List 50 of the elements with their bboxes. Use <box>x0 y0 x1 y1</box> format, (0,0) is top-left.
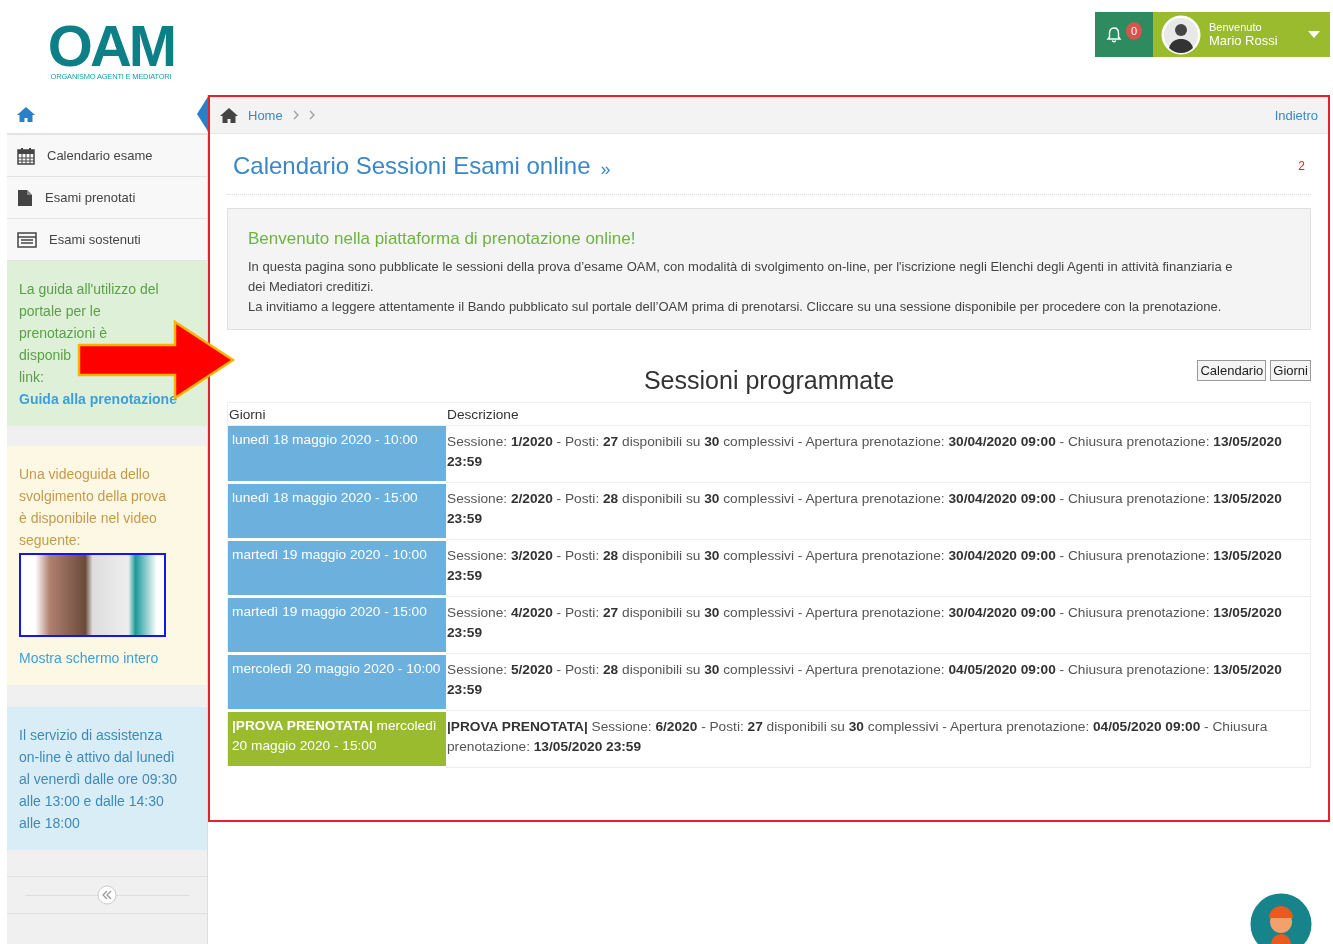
session-description: Sessione: 1/2020 - Posti: 27 disponibili su 30 complessivi - Apertura prenotazione: 30/04/2020 09:00 - Chiusura prenotazione: 13/05/2020 23:59 <box>446 425 1311 483</box>
welcome-paragraph: In questa pagina sono pubblicate le sessioni della prova d’esame OAM, con modalità di svolgimento on-line, per l'iscrizione negli Elenchi degli Agenti in attività finanziaria e dei Mediatori creditizi. <box>248 258 1234 296</box>
video-text: Una videoguida dello svolgimento della prova è disponibile nel video seguente: <box>19 465 168 550</box>
caret-icon <box>1308 31 1320 38</box>
session-description: Sessione: 2/2020 - Posti: 28 disponibili su 30 complessivi - Apertura prenotazione: 30/04/2020 09:00 - Chiusura prenotazione: 13/05/2020 23:59 <box>446 482 1311 540</box>
session-day[interactable]: martedì 19 maggio 2020 - 10:00 <box>227 539 446 597</box>
session-day[interactable]: mercoledì 20 maggio 2020 - 10:00 <box>227 653 446 711</box>
session-day[interactable]: lunedì 18 maggio 2020 - 15:00 <box>227 482 446 540</box>
page-title: Calendario Sessioni Esami online <box>233 152 591 180</box>
user-name: Mario Rossi <box>1209 33 1279 48</box>
video-placeholder[interactable] <box>19 553 166 637</box>
sidebar-item[interactable]: Esami sostenuti <box>7 219 207 261</box>
guide-text: link: <box>19 368 45 387</box>
sessions-title: Sessioni programmate <box>643 365 895 395</box>
collapse-icon[interactable] <box>97 885 117 905</box>
welcome-paragraph: La invitiamo a leggere attentamente il Bando pubblicato sul portale dell’OAM prima di prenotarsi. Cliccare su una sessione disponibile per procedere con la prenotazione. <box>248 298 1223 316</box>
guide-text: disponib <box>19 346 73 365</box>
view-button[interactable]: Calendario <box>1197 360 1267 381</box>
sidebar-item[interactable]: Calendario esame <box>7 135 207 177</box>
column-header: Descrizione <box>446 402 1311 426</box>
annotation-number: 2 <box>1298 159 1305 173</box>
session-description: Sessione: 3/2020 - Posti: 28 disponibili su 30 complessivi - Apertura prenotazione: 30/04/2020 09:00 - Chiusura prenotazione: 13/05/2020 23:59 <box>446 539 1311 597</box>
column-header: Giorni <box>227 402 446 426</box>
view-button[interactable]: Giorni <box>1270 360 1311 381</box>
document-icon <box>17 188 33 207</box>
back-link[interactable]: Indietro <box>1274 107 1318 123</box>
home-icon[interactable] <box>220 107 238 123</box>
calendar-icon <box>17 146 35 165</box>
session-day[interactable]: martedì 19 maggio 2020 - 15:00 <box>227 596 446 654</box>
title-suffix: » <box>600 158 611 180</box>
support-text: Il servizio di assistenza on-line è attivo dal lunedì al venerdì dalle ore 09:30 alle 13:00 e dalle 14:30 alle 18:00 <box>19 726 177 833</box>
greeting-text: Benvenuto <box>1209 21 1263 33</box>
guide-link[interactable]: Guida alla prenotazione <box>19 388 177 410</box>
logo-mark: OAM <box>47 20 175 72</box>
avatar-icon <box>1161 14 1201 55</box>
sidebar-item[interactable]: Esami prenotati <box>7 177 207 219</box>
session-description: |PROVA PRENOTATA| Sessione: 6/2020 - Posti: 27 disponibili su 30 complessivi - Apertura prenotazione: 04/05/2020 09:00 - Chiusura prenotazione: 13/05/2020 23:59 <box>446 710 1311 768</box>
session-description: Sessione: 5/2020 - Posti: 28 disponibili su 30 complessivi - Apertura prenotazione: 04/05/2020 09:00 - Chiusura prenotazione: 13/05/2020 23:59 <box>446 653 1311 711</box>
fullscreen-link[interactable]: Mostra schermo intero <box>19 647 177 669</box>
bell-icon <box>1106 25 1122 44</box>
home-icon[interactable] <box>17 106 35 122</box>
session-description: Sessione: 4/2020 - Posti: 27 disponibili su 30 complessivi - Apertura prenotazione: 30/04/2020 09:00 - Chiusura prenotazione: 13/05/2020 23:59 <box>446 596 1311 654</box>
session-day[interactable]: lunedì 18 maggio 2020 - 10:00 <box>227 425 446 483</box>
breadcrumb-link[interactable]: Home <box>248 107 283 123</box>
user-menu-button[interactable]: Benvenuto Mario Rossi <box>1153 12 1330 57</box>
welcome-title: Benvenuto nella piattaforma di prenotazione online! <box>248 229 637 249</box>
notification-count: 0 <box>1126 21 1142 40</box>
session-day[interactable]: |PROVA PRENOTATA| mercoledì 20 maggio 2020 - 15:00 <box>227 710 446 768</box>
notifications-button[interactable]: 0 <box>1095 12 1153 57</box>
list-icon <box>17 231 37 248</box>
